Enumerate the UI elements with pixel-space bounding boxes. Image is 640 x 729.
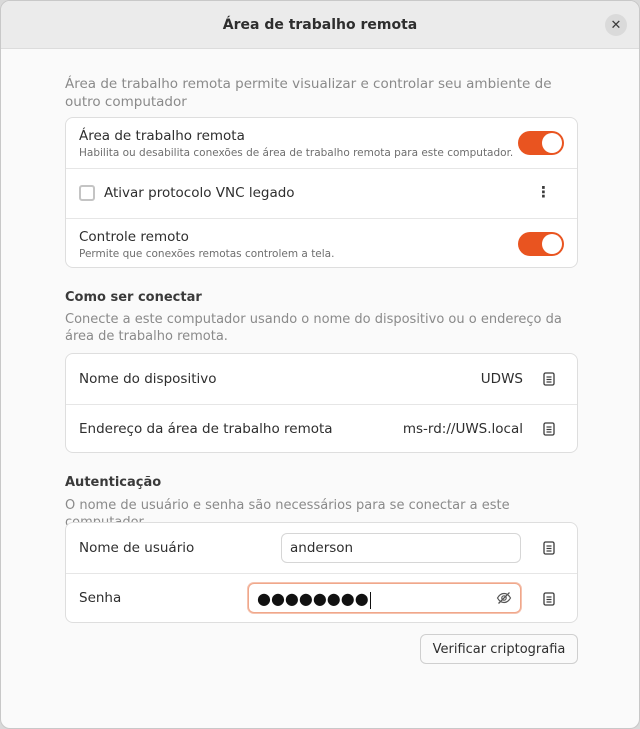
remote-desktop-title: Área de trabalho remota — [79, 128, 245, 144]
close-icon: ✕ — [610, 17, 622, 33]
remote-desktop-row: Área de trabalho remota Habilita ou desa… — [66, 118, 577, 168]
remote-control-row: Controle remoto Permite que conexões rem… — [66, 218, 577, 268]
copy-icon[interactable] — [543, 541, 555, 555]
remote-control-subtitle: Permite que conexões remotas controlem a… — [79, 248, 335, 260]
device-name-label: Nome do dispositivo — [79, 371, 217, 387]
connect-card: Nome do dispositivo UDWS Endereço da áre… — [65, 353, 578, 453]
copy-icon[interactable] — [543, 372, 555, 386]
username-label: Nome de usuário — [79, 540, 195, 556]
address-value: ms-rd://UWS.local — [402, 421, 523, 437]
toggle-knob — [542, 234, 562, 254]
intro-text: Área de trabalho remota permite visualiz… — [65, 76, 552, 110]
username-field[interactable]: anderson — [281, 533, 521, 563]
remote-desktop-window: Área de trabalho remota ✕ Área de trabal… — [0, 0, 640, 729]
header-bar: Área de trabalho remota ✕ — [1, 1, 639, 49]
remote-desktop-toggle[interactable] — [518, 131, 564, 155]
copy-icon[interactable] — [543, 592, 555, 606]
password-masked-value: ●●●●●●●● — [257, 589, 369, 608]
connect-section-description: Conecte a este computador usando o nome … — [65, 312, 562, 344]
auth-card: Nome de usuário anderson Senha ●●●●●●●● — [65, 522, 578, 623]
toggle-knob — [542, 133, 562, 153]
settings-card: Área de trabalho remota Habilita ou desa… — [65, 117, 578, 268]
password-row: Senha ●●●●●●●● — [66, 573, 577, 624]
remote-control-toggle[interactable] — [518, 232, 564, 256]
vnc-label: Ativar protocolo VNC legado — [104, 185, 295, 201]
username-row: Nome de usuário anderson — [66, 523, 577, 573]
text-caret — [369, 591, 371, 609]
device-name-row: Nome do dispositivo UDWS — [66, 354, 577, 404]
copy-icon[interactable] — [543, 422, 555, 436]
remote-control-title: Controle remoto — [79, 229, 189, 245]
eye-slash-icon[interactable] — [496, 590, 512, 606]
password-field[interactable]: ●●●●●●●● — [248, 583, 521, 613]
password-label: Senha — [79, 590, 122, 606]
device-name-value: UDWS — [480, 371, 523, 387]
remote-desktop-subtitle: Habilita ou desabilita conexões de área … — [79, 147, 514, 159]
address-label: Endereço da área de trabalho remota — [79, 421, 333, 437]
window-title: Área de trabalho remota — [222, 16, 418, 33]
close-button[interactable]: ✕ — [605, 14, 627, 36]
vnc-checkbox[interactable] — [79, 185, 95, 201]
connect-section-title: Como ser conectar — [65, 290, 202, 305]
address-row: Endereço da área de trabalho remota ms-r… — [66, 404, 577, 454]
verify-encryption-button[interactable]: Verificar criptografia — [420, 634, 578, 664]
kebab-menu-icon[interactable]: ⋮ — [536, 183, 551, 201]
vnc-row: Ativar protocolo VNC legado ⋮ — [66, 168, 577, 218]
auth-section-title: Autenticação — [65, 475, 162, 490]
